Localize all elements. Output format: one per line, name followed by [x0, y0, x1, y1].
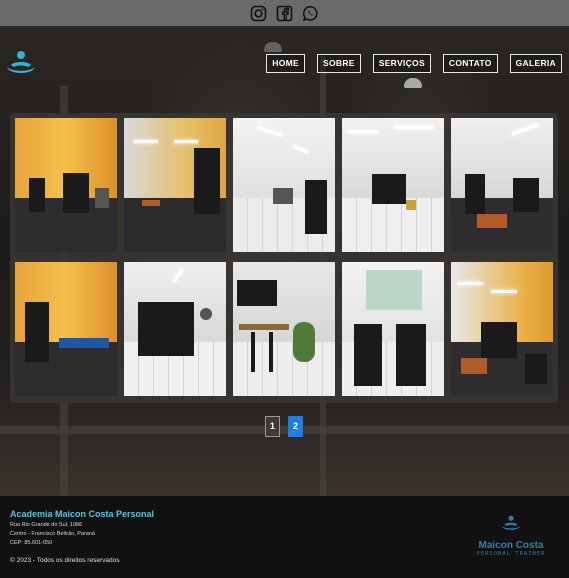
gallery-photo[interactable]: [15, 262, 117, 396]
nav-servicos[interactable]: SERVIÇOS: [372, 54, 431, 73]
footer-logo-mark-icon: [501, 515, 521, 530]
gallery-photo[interactable]: [233, 118, 335, 252]
nav-sobre[interactable]: SOBRE: [317, 54, 361, 73]
nav-galeria[interactable]: GALERIA: [509, 54, 562, 73]
gallery-photo[interactable]: [233, 262, 335, 396]
whatsapp-icon[interactable]: [301, 3, 321, 23]
nav-contato[interactable]: CONTATO: [442, 54, 498, 73]
footer-title: Academia Maicon Costa Personal: [10, 509, 155, 519]
gallery-photo[interactable]: [451, 118, 553, 252]
gallery-photo[interactable]: [124, 118, 226, 252]
footer-logo-name: Maicon Costa: [478, 540, 544, 551]
instagram-icon[interactable]: [249, 3, 269, 23]
main-nav: HOME SOBRE SERVIÇOS CONTATO GALERIA: [266, 54, 562, 73]
gallery-photo[interactable]: [15, 118, 117, 252]
footer-logo: Maicon Costa PERSONAL TRAINER: [468, 514, 554, 560]
gallery-photo[interactable]: [451, 262, 553, 396]
gallery-photo[interactable]: [124, 262, 226, 396]
gallery-photo[interactable]: [342, 262, 444, 396]
nav-home[interactable]: HOME: [266, 54, 305, 73]
footer-address-line1: Rua Rio Grande do Sul, 1086: [10, 522, 83, 528]
footer-copyright: © 2023 - Todos os direitos reservados: [10, 557, 120, 564]
brand-logo[interactable]: [4, 47, 38, 81]
facebook-icon[interactable]: [275, 3, 295, 23]
pagination: 1 2: [265, 416, 303, 437]
social-bar: [0, 0, 569, 26]
photo-gallery: [10, 113, 558, 403]
page-1-button[interactable]: 1: [265, 416, 280, 437]
footer-logo-subtitle: PERSONAL TRAINER: [476, 551, 546, 557]
footer-address-line2: Centro - Francisco Beltrão, Paraná: [10, 531, 95, 537]
gallery-photo[interactable]: [342, 118, 444, 252]
footer: Academia Maicon Costa Personal Rua Rio G…: [0, 496, 569, 578]
page-2-button[interactable]: 2: [288, 416, 303, 437]
footer-cep: CEP: 85.601-050: [10, 540, 53, 546]
